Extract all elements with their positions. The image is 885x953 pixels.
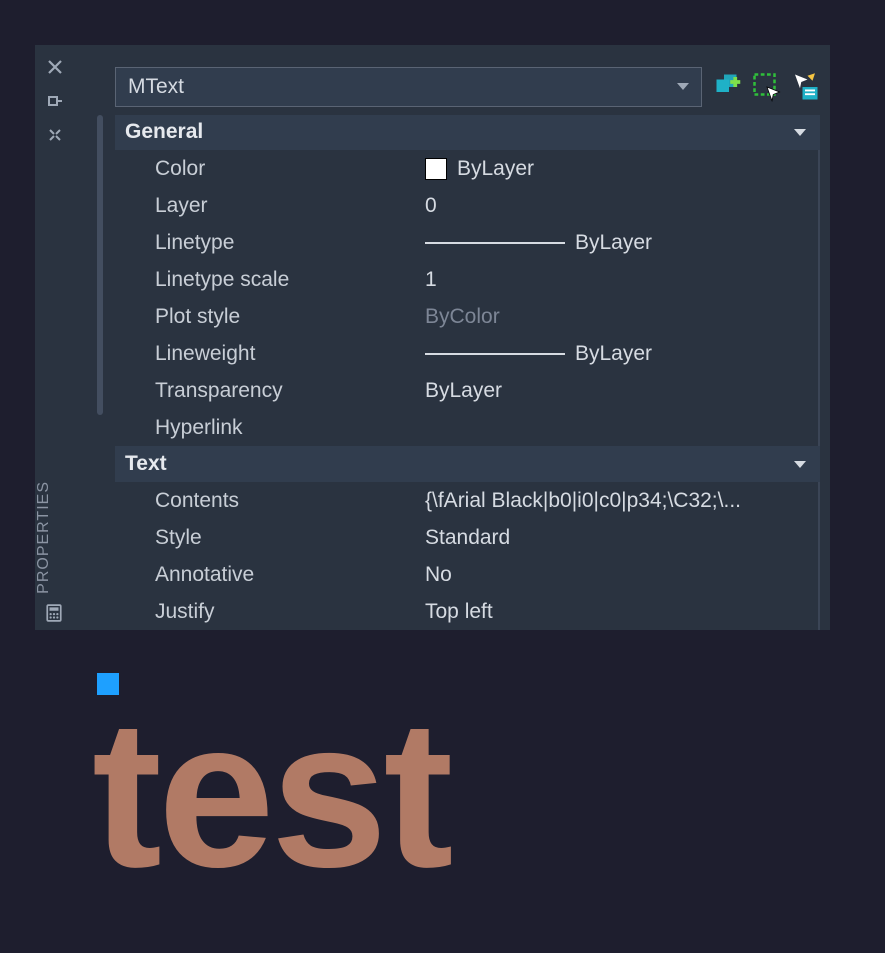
prop-row-contents[interactable]: Contents {\fArial Black|b0|i0|c0|p34;\C3… xyxy=(115,482,820,519)
chevron-down-icon xyxy=(677,83,689,90)
prop-row-plot-style[interactable]: Plot style ByColor xyxy=(115,298,820,335)
linetype-sample-icon xyxy=(425,242,565,244)
prop-row-transparency[interactable]: Transparency ByLayer xyxy=(115,372,820,409)
prop-label: Lineweight xyxy=(115,342,425,366)
group-title: Text xyxy=(125,452,167,476)
prop-row-annotative[interactable]: Annotative No xyxy=(115,556,820,593)
prop-row-style[interactable]: Style Standard xyxy=(115,519,820,556)
prop-label: Transparency xyxy=(115,379,425,403)
quickcalc-icon[interactable] xyxy=(45,604,65,624)
prop-value: ByLayer xyxy=(425,342,818,366)
prop-value-text: {\fArial Black|b0|i0|c0|p34;\C32;\... xyxy=(425,489,741,513)
prop-row-color[interactable]: Color ByLayer xyxy=(115,150,820,187)
prop-value-text: 1 xyxy=(425,268,437,292)
prop-label: Style xyxy=(115,526,425,550)
prop-row-justify[interactable]: Justify Top left xyxy=(115,593,820,630)
toggle-pickadd-icon[interactable] xyxy=(714,72,744,102)
panel-body: MText xyxy=(75,45,830,630)
panel-title: PROPERTIES xyxy=(35,481,75,594)
prop-row-hyperlink[interactable]: Hyperlink xyxy=(115,409,820,446)
prop-label: Linetype xyxy=(115,231,425,255)
prop-value-text: ByColor xyxy=(425,305,500,329)
select-objects-icon[interactable] xyxy=(752,72,782,102)
lineweight-sample-icon xyxy=(425,353,565,355)
prop-label: Hyperlink xyxy=(115,416,425,440)
mtext-object[interactable]: test xyxy=(92,689,449,899)
properties-panel: PROPERTIES MText xyxy=(35,45,830,630)
options-icon[interactable] xyxy=(45,125,65,145)
prop-value-text: ByLayer xyxy=(575,231,652,255)
prop-value: ByLayer xyxy=(425,231,818,255)
panel-toolbar: MText xyxy=(115,65,820,109)
prop-value: ByColor xyxy=(425,305,818,329)
object-type-value: MText xyxy=(128,75,184,99)
prop-row-lineweight[interactable]: Lineweight ByLayer xyxy=(115,335,820,372)
close-icon[interactable] xyxy=(45,57,65,77)
prop-value: {\fArial Black|b0|i0|c0|p34;\C32;\... xyxy=(425,489,818,513)
prop-value: Standard xyxy=(425,526,818,550)
prop-row-linetype[interactable]: Linetype ByLayer xyxy=(115,224,820,261)
object-type-select[interactable]: MText xyxy=(115,67,702,107)
group-header-general[interactable]: General xyxy=(115,115,820,151)
prop-value-text: 0 xyxy=(425,194,437,218)
panel-side-icons xyxy=(45,45,65,145)
prop-label: Layer xyxy=(115,194,425,218)
scrollbar[interactable] xyxy=(97,115,103,415)
group-title: General xyxy=(125,120,203,144)
prop-value: 0 xyxy=(425,194,818,218)
prop-label: Justify xyxy=(115,600,425,624)
prop-row-linetype-scale[interactable]: Linetype scale 1 xyxy=(115,261,820,298)
prop-label: Color xyxy=(115,157,425,181)
prop-row-layer[interactable]: Layer 0 xyxy=(115,187,820,224)
drawing-canvas[interactable]: test xyxy=(0,645,885,953)
prop-label: Annotative xyxy=(115,563,425,587)
prop-value-text: Top left xyxy=(425,600,493,624)
quick-select-icon[interactable] xyxy=(790,72,820,102)
toolbar-icons xyxy=(714,72,820,102)
chevron-down-icon xyxy=(794,461,806,468)
prop-value-text: ByLayer xyxy=(575,342,652,366)
prop-value: ByLayer xyxy=(425,379,818,403)
pin-icon[interactable] xyxy=(45,91,65,111)
chevron-down-icon xyxy=(794,129,806,136)
prop-value: No xyxy=(425,563,818,587)
prop-value: 1 xyxy=(425,268,818,292)
group-header-text[interactable]: Text xyxy=(115,446,820,482)
color-swatch-icon xyxy=(425,158,447,180)
prop-value-text: Standard xyxy=(425,526,510,550)
prop-value: ByLayer xyxy=(425,157,818,181)
panel-side-strip: PROPERTIES xyxy=(35,45,75,630)
prop-value-text: ByLayer xyxy=(457,157,534,181)
prop-value-text: ByLayer xyxy=(425,379,502,403)
prop-label: Linetype scale xyxy=(115,268,425,292)
prop-label: Contents xyxy=(115,489,425,513)
prop-value-text: No xyxy=(425,563,452,587)
group-general-rows: Color ByLayer Layer 0 Linetype ByLayer xyxy=(115,150,820,446)
group-text-rows: Contents {\fArial Black|b0|i0|c0|p34;\C3… xyxy=(115,482,820,630)
prop-value: Top left xyxy=(425,600,818,624)
prop-label: Plot style xyxy=(115,305,425,329)
